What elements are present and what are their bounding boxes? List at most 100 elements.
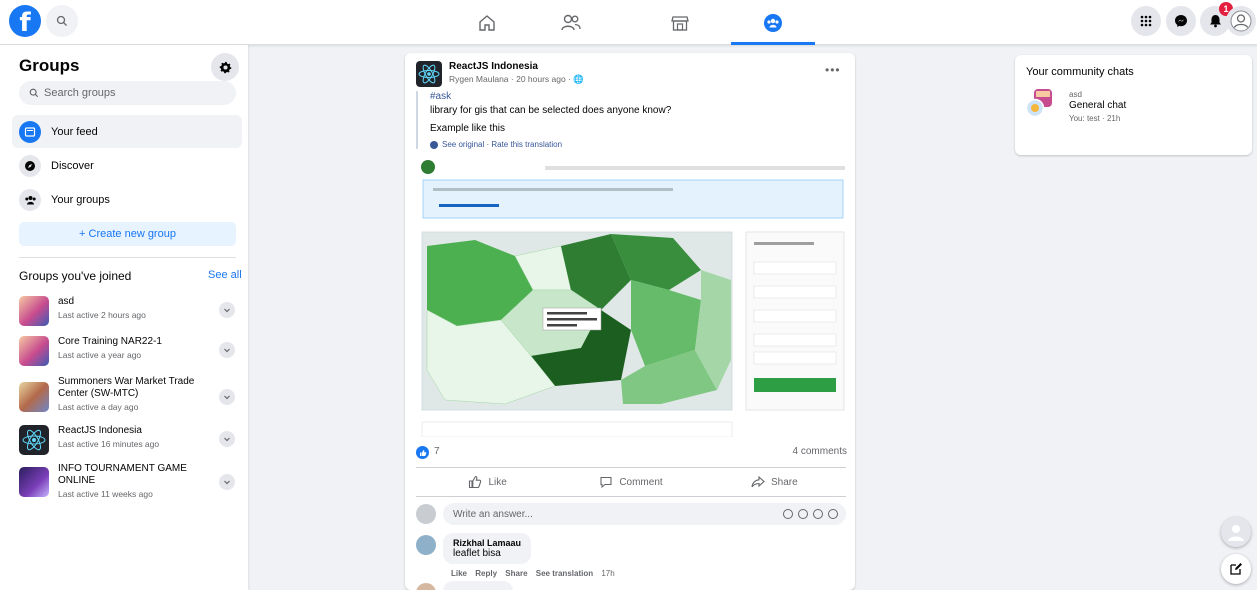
tab-groups[interactable]: [731, 0, 815, 45]
post-more-button[interactable]: •••: [825, 63, 841, 77]
comment-author-avatar[interactable]: [416, 583, 436, 590]
group-expand-button[interactable]: [219, 302, 235, 318]
like-count[interactable]: 7: [434, 446, 440, 457]
group-activity: Last active a year ago: [58, 350, 142, 360]
group-item-asd[interactable]: asd Last active 2 hours ago: [19, 296, 244, 326]
group-avatar[interactable]: [416, 61, 442, 87]
post-hashtag[interactable]: #ask: [430, 91, 836, 102]
sidebar-item-label: Discover: [51, 159, 94, 172]
chevron-down-icon: [224, 348, 230, 353]
post-card: ReactJS Indonesia Rygen Maulana · 20 hou…: [405, 53, 855, 590]
comment-button[interactable]: Comment: [559, 468, 702, 496]
more-dots-icon: •••: [825, 63, 841, 77]
chevron-down-icon: [224, 308, 230, 313]
thumbs-up-icon: [469, 475, 482, 489]
share-label: Share: [770, 476, 798, 488]
comment-count[interactable]: 4 comments: [793, 446, 847, 457]
translation-links[interactable]: See original · Rate this translation: [430, 140, 836, 149]
friends-icon: [561, 14, 581, 30]
menu-button[interactable]: [1131, 6, 1161, 36]
comment-reply-link[interactable]: Reply: [475, 569, 497, 578]
messenger-icon: [1175, 15, 1187, 27]
search-button[interactable]: [46, 5, 78, 37]
contacts-float-button[interactable]: [1221, 517, 1251, 547]
group-activity: Last active 11 weeks ago: [58, 489, 153, 499]
group-item-core-training[interactable]: Core Training NAR22-1 Last active a year…: [19, 336, 244, 366]
comment-like-link[interactable]: Like: [451, 569, 467, 578]
group-thumbnail: [19, 296, 49, 326]
profile-icon: [1230, 10, 1252, 32]
chat-name[interactable]: General chat: [1069, 100, 1126, 111]
share-button[interactable]: Share: [703, 468, 846, 496]
chat-group-name: asd: [1069, 90, 1082, 99]
tab-friends[interactable]: [529, 0, 613, 45]
comment-time[interactable]: 17h: [601, 569, 614, 578]
community-chats-panel: Your community chats asd General chat Yo…: [1015, 55, 1252, 155]
post-attached-image[interactable]: [405, 160, 855, 437]
comment-icon: [600, 476, 612, 489]
chat-last-message: You: test · 21h: [1069, 114, 1121, 123]
group-thumbnail: [19, 425, 49, 455]
group-item-info-tournament[interactable]: INFO TOURNAMENT GAME ONLINE Last active …: [19, 463, 244, 499]
see-all-link[interactable]: See all: [208, 269, 242, 281]
comment-author[interactable]: Rizkhal Lamaau: [453, 538, 521, 548]
group-expand-button[interactable]: [219, 342, 235, 358]
emoji-icon[interactable]: [783, 509, 793, 519]
group-expand-button[interactable]: [219, 474, 235, 490]
group-activity: Last active 2 hours ago: [58, 310, 146, 320]
account-avatar[interactable]: [1226, 6, 1256, 36]
current-user-avatar[interactable]: [416, 504, 436, 524]
answer-input-box[interactable]: [443, 503, 846, 525]
comment-translate-link[interactable]: See translation: [536, 569, 593, 578]
search-icon: [56, 15, 67, 26]
post-text: library for gis that can be selected doe…: [430, 105, 672, 116]
comment-share-link[interactable]: Share: [505, 569, 527, 578]
search-groups-field[interactable]: [19, 81, 236, 105]
sidebar-item-your-feed[interactable]: Your feed: [12, 115, 242, 148]
group-item-summoners-war[interactable]: Summoners War Market Trade Center (SW-MT…: [19, 376, 244, 412]
marketplace-icon: [671, 15, 689, 31]
tab-home[interactable]: [445, 0, 529, 45]
comment-label: Comment: [619, 476, 663, 488]
post-body: #ask library for gis that can be selecte…: [416, 91, 836, 149]
sticker-icon[interactable]: [828, 509, 838, 519]
gif-icon[interactable]: [813, 509, 823, 519]
sidebar-item-discover[interactable]: Discover: [12, 149, 242, 182]
search-groups-input[interactable]: [44, 87, 224, 99]
compose-icon: [1230, 563, 1242, 575]
comment-text: leaflet bisa: [453, 548, 501, 559]
sidebar-divider: [19, 257, 236, 258]
gear-icon: [219, 61, 231, 73]
post-group-name[interactable]: ReactJS Indonesia: [449, 61, 538, 72]
group-name: INFO TOURNAMENT GAME ONLINE: [58, 463, 187, 486]
settings-button[interactable]: [211, 53, 239, 81]
group-expand-button[interactable]: [219, 389, 235, 405]
composer-icons: [783, 509, 838, 519]
post-meta: Rygen Maulana · 20 hours ago · 🌐: [449, 74, 584, 84]
group-thumbnail: [19, 336, 49, 366]
messenger-button[interactable]: [1166, 6, 1196, 36]
tab-marketplace[interactable]: [638, 0, 722, 45]
translation-label: See original · Rate this translation: [442, 140, 563, 149]
answer-input[interactable]: [453, 508, 783, 520]
like-reaction-icon[interactable]: [416, 446, 429, 459]
new-message-button[interactable]: [1221, 554, 1251, 584]
chat-item[interactable]: [1025, 89, 1054, 118]
like-label: Like: [488, 476, 507, 488]
translate-icon: [430, 140, 438, 149]
group-item-reactjs-indonesia[interactable]: ReactJS Indonesia Last active 16 minutes…: [19, 425, 244, 455]
facebook-logo-icon[interactable]: f: [9, 5, 41, 38]
post-actions-bar: Like Comment Share: [416, 467, 846, 497]
comment-author-avatar[interactable]: [416, 535, 436, 555]
chevron-down-icon: [224, 395, 230, 400]
groups-icon: [764, 13, 782, 32]
grid-menu-icon: [1140, 15, 1152, 27]
group-expand-button[interactable]: [219, 431, 235, 447]
sidebar-item-label: Your groups: [51, 193, 110, 206]
sidebar-item-your-groups[interactable]: Your groups: [12, 183, 242, 216]
camera-icon[interactable]: [798, 509, 808, 519]
joined-groups-heading: Groups you've joined: [19, 269, 132, 283]
create-new-group-button[interactable]: + Create new group: [19, 222, 236, 246]
like-button[interactable]: Like: [416, 468, 559, 496]
chevron-down-icon: [224, 437, 230, 442]
